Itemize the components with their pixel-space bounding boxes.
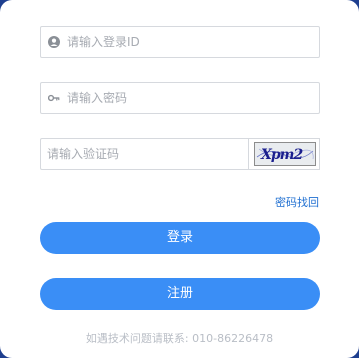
login-button[interactable]: 登录 <box>40 222 320 254</box>
captcha-image-button[interactable]: Xpm2 <box>248 138 320 170</box>
password-field-wrapper <box>40 82 320 114</box>
username-input[interactable] <box>67 27 307 57</box>
register-button[interactable]: 注册 <box>40 278 320 310</box>
captcha-input[interactable] <box>47 139 242 169</box>
forgot-password-link[interactable]: 密码找回 <box>275 194 319 210</box>
password-input[interactable] <box>67 83 307 113</box>
login-panel: Xpm2 密码找回 登录 注册 如遇技术问题请联系: 010-86226478 <box>0 0 359 358</box>
captcha-text: Xpm2 <box>260 147 303 163</box>
captcha-image: Xpm2 <box>254 142 316 166</box>
key-icon <box>48 94 60 102</box>
captcha-noise: Xpm2 <box>256 147 314 163</box>
captcha-field-wrapper <box>40 138 248 170</box>
support-contact-text: 如遇技术问题请联系: 010-86226478 <box>85 332 274 345</box>
user-icon <box>48 36 60 48</box>
username-field-wrapper <box>40 26 320 58</box>
captcha-row: Xpm2 <box>40 138 320 170</box>
